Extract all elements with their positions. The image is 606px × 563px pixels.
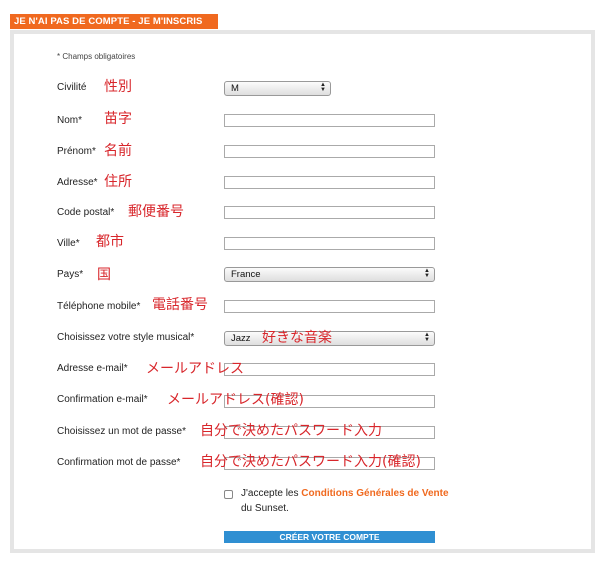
style-annotation: 好きな音楽 [262, 330, 332, 346]
telephone-annotation: 電話番号 [152, 297, 208, 313]
password-confirm-annotation: 自分で決めたパスワード入力(確認) [200, 454, 421, 470]
up-down-arrows-icon: ▲ ▼ [424, 268, 430, 279]
style-select-value: Jazz [231, 333, 251, 344]
civilite-select-value: M [231, 83, 239, 94]
up-down-arrows-icon: ▲ ▼ [424, 332, 430, 343]
civilite-annotation: 性別 [104, 79, 132, 95]
code-postal-label: Code postal* [57, 207, 115, 218]
telephone-label: Téléphone mobile* [57, 301, 141, 312]
terms-link[interactable]: Conditions Générales de Vente [301, 488, 448, 499]
email-annotation: メールアドレス [146, 361, 244, 377]
pays-select[interactable]: France ▲ ▼ [224, 267, 435, 282]
ville-annotation: 都市 [96, 234, 124, 250]
email-input[interactable] [224, 363, 435, 376]
create-account-button[interactable]: CRÉER VOTRE COMPTE [224, 531, 435, 543]
code-postal-annotation: 郵便番号 [128, 204, 184, 220]
adresse-label: Adresse* [57, 177, 98, 188]
terms-text: J'accepte les Conditions Générales de Ve… [241, 486, 451, 516]
up-down-arrows-icon: ▲ ▼ [320, 82, 326, 93]
terms-suffix: du Sunset. [241, 503, 289, 514]
email-label: Adresse e-mail* [57, 363, 128, 374]
pays-select-value: France [231, 269, 261, 280]
telephone-input[interactable] [224, 300, 435, 313]
adresse-annotation: 住所 [104, 174, 132, 190]
prenom-label: Prénom* [57, 146, 96, 157]
terms-checkbox[interactable] [224, 490, 233, 499]
required-fields-note: * Champs obligatoires [57, 52, 136, 61]
password-label: Choisissez un mot de passe* [57, 426, 186, 437]
civilite-label: Civilité [57, 82, 87, 93]
registration-panel [10, 30, 595, 553]
code-postal-input[interactable] [224, 206, 435, 219]
prenom-input[interactable] [224, 145, 435, 158]
email-confirm-annotation: メールアドレス(確認) [167, 392, 304, 408]
email-confirm-label: Confirmation e-mail* [57, 394, 148, 405]
ville-label: Ville* [57, 238, 80, 249]
password-confirm-label: Confirmation mot de passe* [57, 457, 181, 468]
ville-input[interactable] [224, 237, 435, 250]
nom-input[interactable] [224, 114, 435, 127]
pays-label: Pays* [57, 269, 84, 280]
pays-annotation: 国 [97, 267, 111, 283]
prenom-annotation: 名前 [104, 143, 132, 159]
section-header: JE N'AI PAS DE COMPTE - JE M'INSCRIS [10, 14, 218, 29]
password-annotation: 自分で決めたパスワード入力 [200, 423, 382, 439]
nom-annotation: 苗字 [104, 111, 132, 127]
terms-prefix: J'accepte les [241, 488, 302, 499]
adresse-input[interactable] [224, 176, 435, 189]
nom-label: Nom* [57, 115, 83, 126]
style-label: Choisissez votre style musical* [57, 332, 195, 343]
civilite-select[interactable]: M ▲ ▼ [224, 81, 331, 96]
